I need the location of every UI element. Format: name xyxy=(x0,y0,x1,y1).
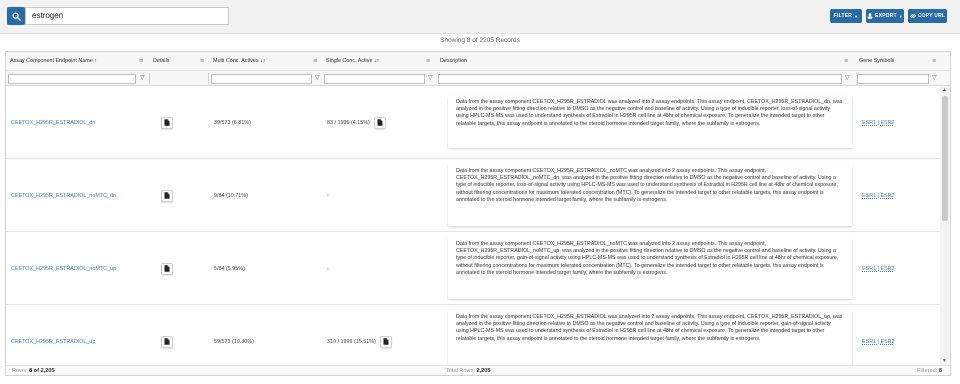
col-menu-icon[interactable]: ≡ xyxy=(932,52,936,71)
document-icon xyxy=(164,338,170,345)
total-label: Total Rows: xyxy=(446,368,475,374)
scroll-up-icon[interactable]: ▲ xyxy=(942,87,947,93)
rows-value: 8 of 2,205 xyxy=(29,368,55,374)
filtered-label: Filtered: xyxy=(917,368,938,374)
filter-icon[interactable]: ▽ xyxy=(140,74,145,81)
col-header-single[interactable]: Single Conc. Active ↓↑ xyxy=(324,52,379,71)
document-icon xyxy=(164,119,170,126)
table-row: CEETOX_H295R_ESTRADIOL_noMTC_up 5/84 (5.… xyxy=(6,232,940,305)
data-grid: Assay Component Endpoint Name ↑ ≡ Detail… xyxy=(5,51,951,376)
details-doc-button[interactable] xyxy=(161,335,173,348)
grid-body: CEETOX_H295R_ESTRADIOL_dn 39/573 (6.81%)… xyxy=(6,86,940,365)
col-multi-label: Multi Conc. Actives xyxy=(213,58,259,64)
filter-icon[interactable]: ▽ xyxy=(932,74,937,81)
filter-input-description[interactable] xyxy=(438,74,842,84)
single-conc-value: 310 / 1999 (15.51%) xyxy=(327,338,376,345)
single-conc-doc-button[interactable] xyxy=(379,335,392,348)
filter-button[interactable]: FILTER ▼ xyxy=(830,9,862,23)
details-doc-button[interactable] xyxy=(161,116,173,129)
endpoint-link[interactable]: CEETOX_H295R_ESTRADIOL_dn xyxy=(11,86,95,159)
col-menu-icon[interactable]: ≡ xyxy=(139,52,143,71)
endpoint-link[interactable]: CEETOX_H295R_ESTRADIOL_noMTC_up xyxy=(11,232,116,305)
col-header-genes[interactable]: Gene Symbols xyxy=(857,52,894,71)
endpoint-link[interactable]: CEETOX_H295R_ESTRADIOL_up xyxy=(11,305,95,365)
col-header-description[interactable]: Description xyxy=(438,52,467,71)
multi-conc-value: 5/84 (5.95%) xyxy=(214,265,245,272)
export-button[interactable]: EXPORT ▼ xyxy=(866,9,904,23)
sort-up-icon: ↑ xyxy=(94,58,97,64)
sort-icon: ↓↑ xyxy=(260,58,266,64)
sort-icon: ↓↑ xyxy=(373,58,380,64)
details-doc-button[interactable] xyxy=(161,189,173,202)
caret-down-icon: ▼ xyxy=(898,13,903,19)
multi-conc-value: 39/573 (6.81%) xyxy=(214,119,251,126)
col-menu-icon[interactable]: ≡ xyxy=(313,52,317,71)
link-icon xyxy=(910,14,916,18)
search-icon xyxy=(11,11,21,21)
scroll-down-icon[interactable]: ▼ xyxy=(942,358,947,364)
multi-conc-value: 59/573 (10.30%) xyxy=(214,338,254,345)
description-text: Data from the assay component CEETOX_H29… xyxy=(448,311,852,365)
search-input[interactable]: estrogen xyxy=(25,7,229,25)
col-single-label: Single Conc. Active xyxy=(326,58,373,64)
records-status: Showing 8 of 2205 Records xyxy=(440,37,520,44)
filtered-value: 8 xyxy=(938,368,942,374)
filter-icon[interactable]: ▽ xyxy=(845,74,850,81)
grid-footer: Rows: 8 of 2,205 Total Rows: 2,205 Filte… xyxy=(6,365,950,375)
table-row: CEETOX_H295R_ESTRADIOL_dn 39/573 (6.81%)… xyxy=(6,86,940,159)
endpoint-link[interactable]: CEETOX_H295R_ESTRADIOL_noMTC_dn xyxy=(11,159,116,232)
rows-label: Rows: xyxy=(12,368,28,374)
single-conc-doc-button[interactable] xyxy=(373,116,386,129)
gene-symbols-link[interactable]: ESR1 | ESR2 xyxy=(862,159,895,232)
document-icon xyxy=(164,265,170,272)
document-icon xyxy=(383,338,389,345)
export-label: EXPORT xyxy=(875,13,897,19)
filtered-count: Filtered: 8 xyxy=(917,368,942,374)
caret-down-icon: ▼ xyxy=(854,13,859,19)
single-conc-value: - xyxy=(327,265,329,272)
document-icon xyxy=(377,119,383,126)
divider xyxy=(208,73,209,84)
col-endpoint-label: Assay Component Endpoint Name xyxy=(10,58,93,64)
copy-url-button[interactable]: COPY URL xyxy=(908,9,947,23)
gene-symbols-link[interactable]: ESR1 | ESR2 xyxy=(862,86,895,159)
filter-input-genes[interactable] xyxy=(857,74,929,84)
description-text: Data from the assay component CEETOX_H29… xyxy=(448,165,852,226)
col-header-multi[interactable]: Multi Conc. Actives ↓↑ xyxy=(211,52,265,71)
gene-symbols-link[interactable]: ESR1 | ESR2 xyxy=(862,232,895,305)
description-text: Data from the assay component CEETOX_H29… xyxy=(448,238,852,299)
toolbar: estrogen FILTER ▼ EXPORT ▼ COPY URL xyxy=(0,0,960,34)
rows-count: Rows: 8 of 2,205 xyxy=(12,368,55,374)
export-icon xyxy=(867,13,873,19)
total-value: 2,205 xyxy=(476,368,491,374)
search-button[interactable] xyxy=(7,7,25,25)
vertical-scrollbar[interactable]: ▲ ▼ xyxy=(940,86,950,365)
col-header-details[interactable]: Details xyxy=(151,52,169,71)
col-menu-icon[interactable]: ≡ xyxy=(200,52,204,71)
filter-icon[interactable]: ▽ xyxy=(428,74,433,81)
scroll-thumb[interactable] xyxy=(942,96,948,221)
single-conc-value: - xyxy=(327,192,329,199)
filter-input-single[interactable] xyxy=(324,74,425,84)
filter-input-multi[interactable] xyxy=(211,74,312,84)
single-conc-value: 83 / 1999 (4.15%) xyxy=(327,119,370,126)
table-row: CEETOX_H295R_ESTRADIOL_noMTC_dn 9/84 (10… xyxy=(6,159,940,232)
document-icon xyxy=(164,192,170,199)
gene-symbols-link[interactable]: ESR1 | ESR2 xyxy=(862,305,895,365)
filter-row: ▽ ▽ ▽ ▽ ▽ xyxy=(6,71,950,86)
col-header-endpoint[interactable]: Assay Component Endpoint Name ↑ xyxy=(8,52,97,71)
filter-label: FILTER xyxy=(833,13,853,19)
grid-header: Assay Component Endpoint Name ↑ ≡ Detail… xyxy=(6,52,950,71)
table-row: CEETOX_H295R_ESTRADIOL_up 59/573 (10.30%… xyxy=(6,305,940,365)
multi-conc-value: 9/84 (10.71%) xyxy=(214,192,248,199)
description-text: Data from the assay component CEETOX_H29… xyxy=(448,96,852,148)
filter-input-endpoint[interactable] xyxy=(8,74,136,84)
details-doc-button[interactable] xyxy=(161,262,173,275)
col-menu-icon[interactable]: ≡ xyxy=(426,52,430,71)
divider xyxy=(149,73,150,84)
total-rows: Total Rows: 2,205 xyxy=(446,368,490,374)
filter-icon[interactable]: ▽ xyxy=(315,74,320,81)
copy-url-label: COPY URL xyxy=(917,13,946,19)
col-menu-icon[interactable]: ≡ xyxy=(844,52,848,71)
